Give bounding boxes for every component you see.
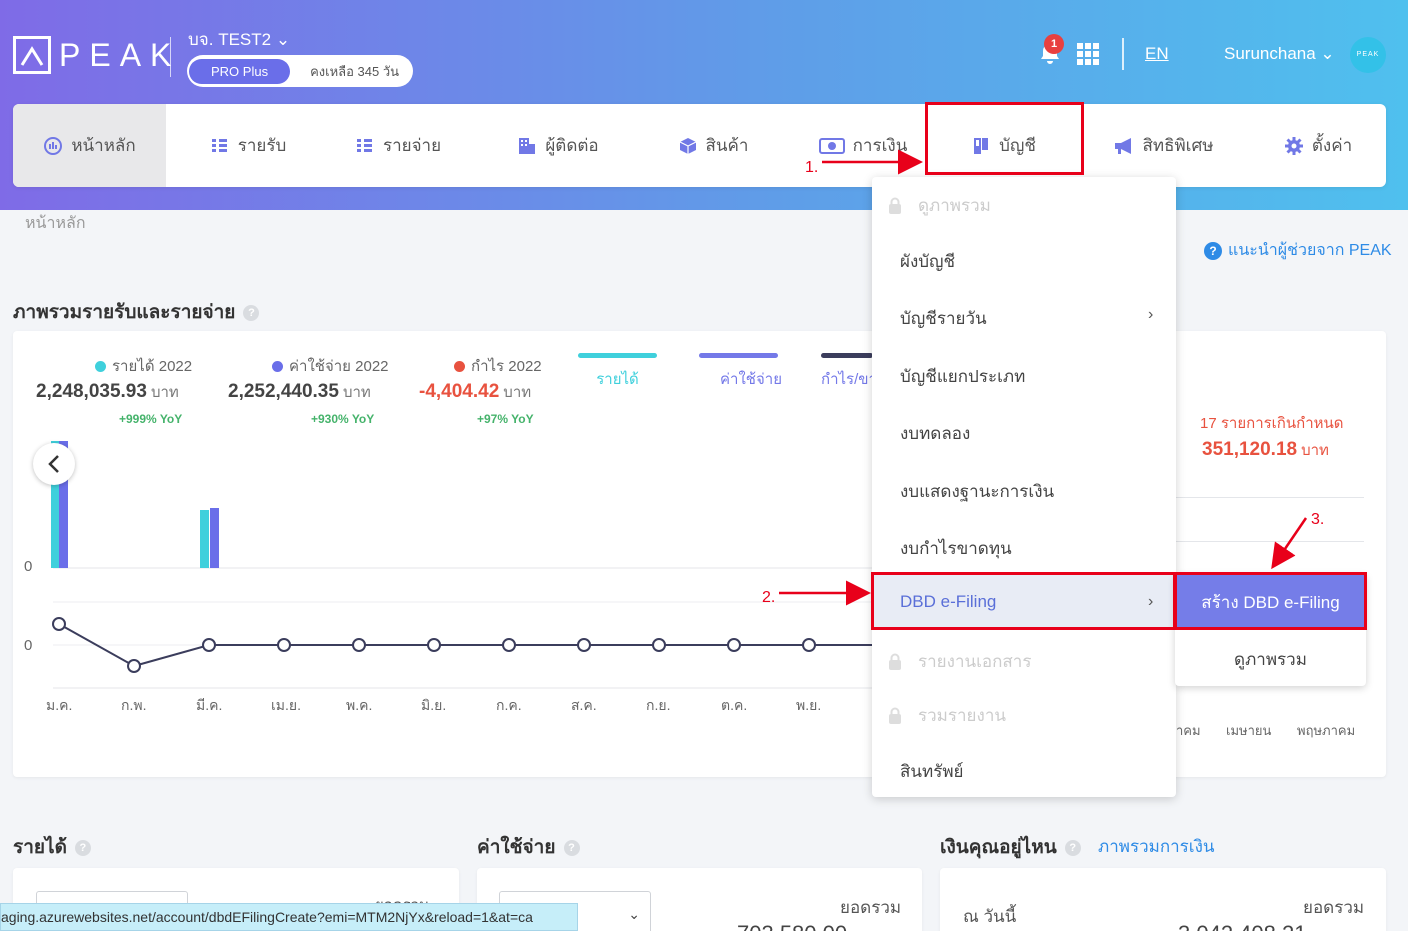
income-section-title: รายได้? [13, 832, 91, 862]
expense-title: ค่าใช้จ่าย [477, 837, 556, 858]
question-icon[interactable]: ? [1064, 839, 1081, 856]
question-icon[interactable]: ? [74, 839, 91, 856]
expense-total-label: ยอดรวม [840, 898, 902, 917]
cash-total-value: 3,042,408.21 [1178, 921, 1306, 931]
cash-title: เงินคุณอยู่ไหน [940, 837, 1057, 858]
cash-section-title: เงินคุณอยู่ไหน? [940, 832, 1081, 862]
cash-total-label: ยอดรวม [1303, 898, 1365, 917]
status-bar-url: aging.azurewebsites.net/account/dbdEFili… [0, 903, 578, 931]
chevron-down-icon: ⌄ [628, 906, 640, 922]
question-icon[interactable]: ? [563, 839, 580, 856]
finance-overview-link[interactable]: ภาพรวมการเงิน [1098, 833, 1215, 860]
expense-section-title: ค่าใช้จ่าย? [477, 832, 580, 862]
arrow-3 [1271, 517, 1308, 570]
cash-today-label: ณ วันนี้ [963, 907, 1017, 926]
expense-total-value: 703,580.00 [737, 921, 847, 931]
annotation-arrows [779, 149, 1308, 606]
income-title: รายได้ [13, 837, 67, 858]
